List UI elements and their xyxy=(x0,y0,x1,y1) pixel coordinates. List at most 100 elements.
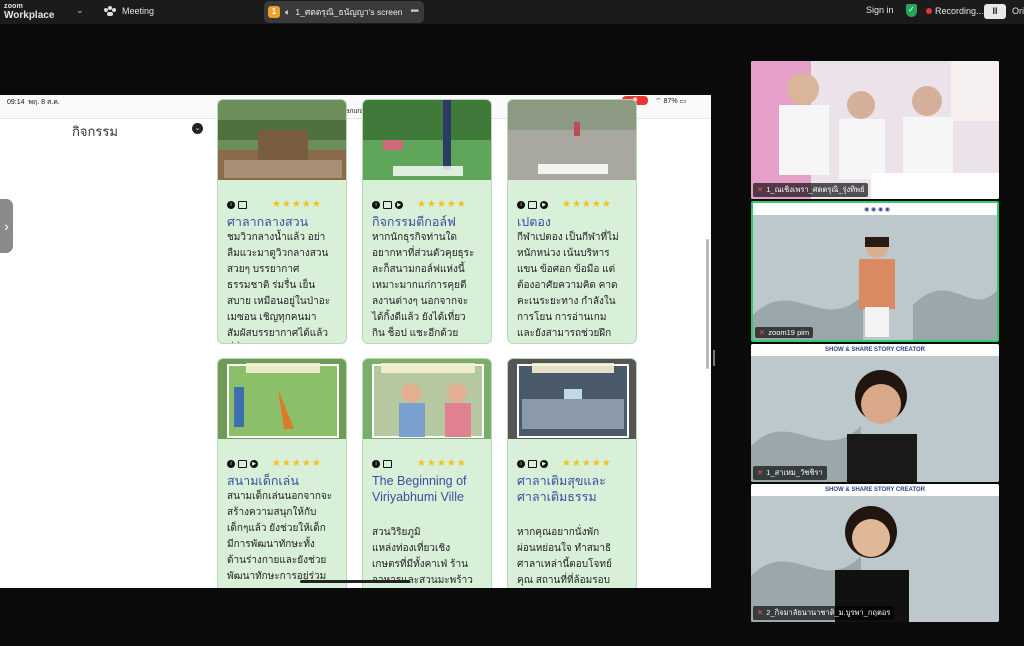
share-indicator[interactable]: 1 🔈︎ 1_ศตตรุณิ_ธนัญญา's screen ••• xyxy=(264,1,424,23)
shield-check-icon[interactable]: ✓ xyxy=(906,4,917,17)
recording-label: Recording... xyxy=(935,6,984,16)
play-icon[interactable]: ▶ xyxy=(395,201,403,209)
activity-card[interactable]: i ★★★★★ ศาลากลางสวน ชมวิวกลางน้ำแล้ว อย่… xyxy=(217,99,347,344)
card-description: สนามเด็กเล่นนอกจากจะ สร้างความสนุกให้กับ… xyxy=(227,491,333,582)
side-expand-button[interactable]: › xyxy=(0,199,13,253)
card-image xyxy=(363,100,491,192)
play-icon[interactable]: ▶ xyxy=(540,201,548,209)
info-icon[interactable]: i xyxy=(227,460,235,468)
time-value: 09:14 xyxy=(7,99,25,106)
card-title: The Beginning of Viriyabhumi Ville xyxy=(372,474,467,504)
page-scrollbar[interactable] xyxy=(706,239,709,369)
participant-name-text: 1_สาเหม_วัชชิรา xyxy=(766,468,823,477)
mic-muted-icon: ✕ xyxy=(757,185,764,194)
info-icon[interactable]: i xyxy=(517,460,525,468)
participant-video xyxy=(753,215,997,340)
card-image xyxy=(218,359,346,451)
user-name-cut: Ori xyxy=(1012,6,1024,16)
participant-video-tile-active[interactable]: ◉ ◉ ◉ ◉ ✕ zoom19 pim xyxy=(751,201,999,342)
participant-video xyxy=(751,356,999,482)
card-controls: i xyxy=(227,201,247,209)
rating-stars: ★★★★★ xyxy=(562,458,612,469)
gallery-icon[interactable] xyxy=(528,201,537,209)
participant-video-tile[interactable]: ✕ 1_ณเชิงเพรา_ศตตรุณิ_รุ่งทิพย์ xyxy=(751,61,999,199)
sign-in-link[interactable]: Sign in xyxy=(866,5,894,15)
activity-card[interactable]: i ▶ ★★★★★ ศาลาเติมสุขและศาลาเติมธรรม หากค… xyxy=(507,358,637,588)
gallery-resize-handle[interactable] xyxy=(713,350,715,366)
chevron-down-icon[interactable]: ⌄ xyxy=(76,5,84,16)
rating-stars: ★★★★★ xyxy=(272,458,322,469)
card-description: สวนวิริยภูมิ แหล่งท่องเที่ยวเชิง เกษตรที… xyxy=(372,527,473,586)
gallery-icon[interactable] xyxy=(238,460,247,468)
gallery-icon[interactable] xyxy=(383,460,392,468)
web-page: › กิจกรรม ⌄ i ★★★★★ ศาลากลางสวน ชมวิวกลา… xyxy=(0,99,711,588)
banner-text: SHOW & SHARE STORY CREATOR xyxy=(824,487,925,493)
card-description: หากนักธุรกิจท่านใด อยากหาที่ส่วนตัวคุยธุ… xyxy=(372,232,475,339)
participant-name-text: 1_ณเชิงเพรา_ศตตรุณิ_รุ่งทิพย์ xyxy=(766,185,865,194)
card-image xyxy=(508,100,636,192)
info-icon[interactable]: i xyxy=(372,201,380,209)
card-image xyxy=(363,359,491,451)
speaker-icon[interactable]: 🔈︎ xyxy=(285,7,290,18)
card-description: กีฬาเปตอง เป็นกีฬาที่ไม่ หนักหน่วง เน้นบ… xyxy=(517,232,619,339)
date-value: พฤ. 8 ส.ค. xyxy=(28,99,60,106)
card-title: เปตอง xyxy=(517,215,551,229)
top-bar: zoom Workplace ⌄ Meeting 1 🔈︎ 1_ศตตรุณิ_… xyxy=(0,0,1024,24)
activity-card[interactable]: i ▶ ★★★★★ สนามเด็กเล่น สนามเด็กเล่นนอกจาก… xyxy=(217,358,347,588)
event-banner: SHOW & SHARE STORY CREATOR xyxy=(751,344,999,356)
gallery-icon[interactable] xyxy=(238,201,247,209)
activity-card[interactable]: i ▶ ★★★★★ เปตอง กีฬาเปตอง เป็นกีฬาที่ไม่ … xyxy=(507,99,637,344)
share-title: 1_ศตตรุณิ_ธนัญญา's screen xyxy=(295,7,403,17)
participant-video-tile[interactable]: SHOW & SHARE STORY CREATOR ✕ 2_กิจมาลัยนา… xyxy=(751,484,999,622)
meeting-menu[interactable]: Meeting xyxy=(104,6,154,16)
card-controls: i xyxy=(372,460,392,468)
zoom-logo[interactable]: zoom Workplace xyxy=(4,2,55,21)
card-title: สนามเด็กเล่น xyxy=(227,474,299,488)
play-icon[interactable]: ▶ xyxy=(250,460,258,468)
card-title: กิจกรรมตีกอล์ฟ xyxy=(372,215,456,229)
section-title: กิจกรรม xyxy=(72,124,118,139)
battery-status: ⌔ 87% ▭ xyxy=(655,98,687,105)
logo-line-2: Workplace xyxy=(4,10,55,21)
banner-text: SHOW & SHARE STORY CREATOR xyxy=(824,347,925,353)
rating-stars: ★★★★★ xyxy=(417,458,467,469)
battery-value: 87% xyxy=(663,98,678,105)
card-title: ศาลากลางสวน xyxy=(227,215,309,229)
gallery-icon[interactable] xyxy=(528,460,537,468)
card-controls: i ▶ xyxy=(372,201,403,209)
gallery-icon[interactable] xyxy=(383,201,392,209)
home-indicator[interactable] xyxy=(300,580,410,583)
paw-icon xyxy=(104,6,116,16)
card-controls: i ▶ xyxy=(517,201,548,209)
participant-name: ✕ zoom19 pim xyxy=(755,327,814,338)
activity-card[interactable]: i ★★★★★ The Beginning of Viriyabhumi Vil… xyxy=(362,358,492,588)
info-icon[interactable]: i xyxy=(372,460,380,468)
chevron-down-icon[interactable]: ⌄ xyxy=(192,123,203,134)
more-icon[interactable]: ••• xyxy=(410,6,418,17)
mic-muted-icon: ✕ xyxy=(757,608,764,617)
card-title: ศาลาเติมสุขและศาลาเติมธรรม xyxy=(517,474,606,504)
recording-status: Recording... xyxy=(926,6,984,16)
card-description: หากคุณอยากนั่งพัก ผ่อนหย่อนใจ ทำสมาธิ ศา… xyxy=(517,527,612,586)
participant-video xyxy=(751,61,999,199)
card-image xyxy=(218,100,346,192)
card-description: ชมวิวกลางน้ำแล้ว อย่า ลืมแวะมาดูวิวกลางส… xyxy=(227,232,331,339)
pause-recording-button[interactable]: II xyxy=(984,4,1006,19)
participant-name: ✕ 1_สาเหม_วัชชิรา xyxy=(753,466,827,480)
play-icon[interactable]: ▶ xyxy=(540,460,548,468)
event-banner: ◉ ◉ ◉ ◉ xyxy=(753,203,997,215)
rating-stars: ★★★★★ xyxy=(562,199,612,210)
zoom-window: zoom Workplace ⌄ Meeting 1 🔈︎ 1_ศตตรุณิ_… xyxy=(0,0,1024,646)
info-icon[interactable]: i xyxy=(517,201,525,209)
participant-video-tile[interactable]: SHOW & SHARE STORY CREATOR ✕ 1_สาเหม_วัชช… xyxy=(751,344,999,482)
rating-stars: ★★★★★ xyxy=(417,199,467,210)
activity-card[interactable]: i ▶ ★★★★★ กิจกรรมตีกอล์ฟ หากนักธุรกิจท่าน… xyxy=(362,99,492,344)
share-count-badge: 1 xyxy=(268,6,280,18)
mic-muted-icon: ✕ xyxy=(759,328,766,337)
meeting-label: Meeting xyxy=(122,6,155,16)
rating-stars: ★★★★★ xyxy=(272,199,322,210)
participant-video xyxy=(751,496,999,622)
card-controls: i ▶ xyxy=(227,460,258,468)
participant-name-text: 2_กิจมาลัยนานาชาติ_ม.บูรพา_กฤตอร xyxy=(766,608,891,617)
info-icon[interactable]: i xyxy=(227,201,235,209)
